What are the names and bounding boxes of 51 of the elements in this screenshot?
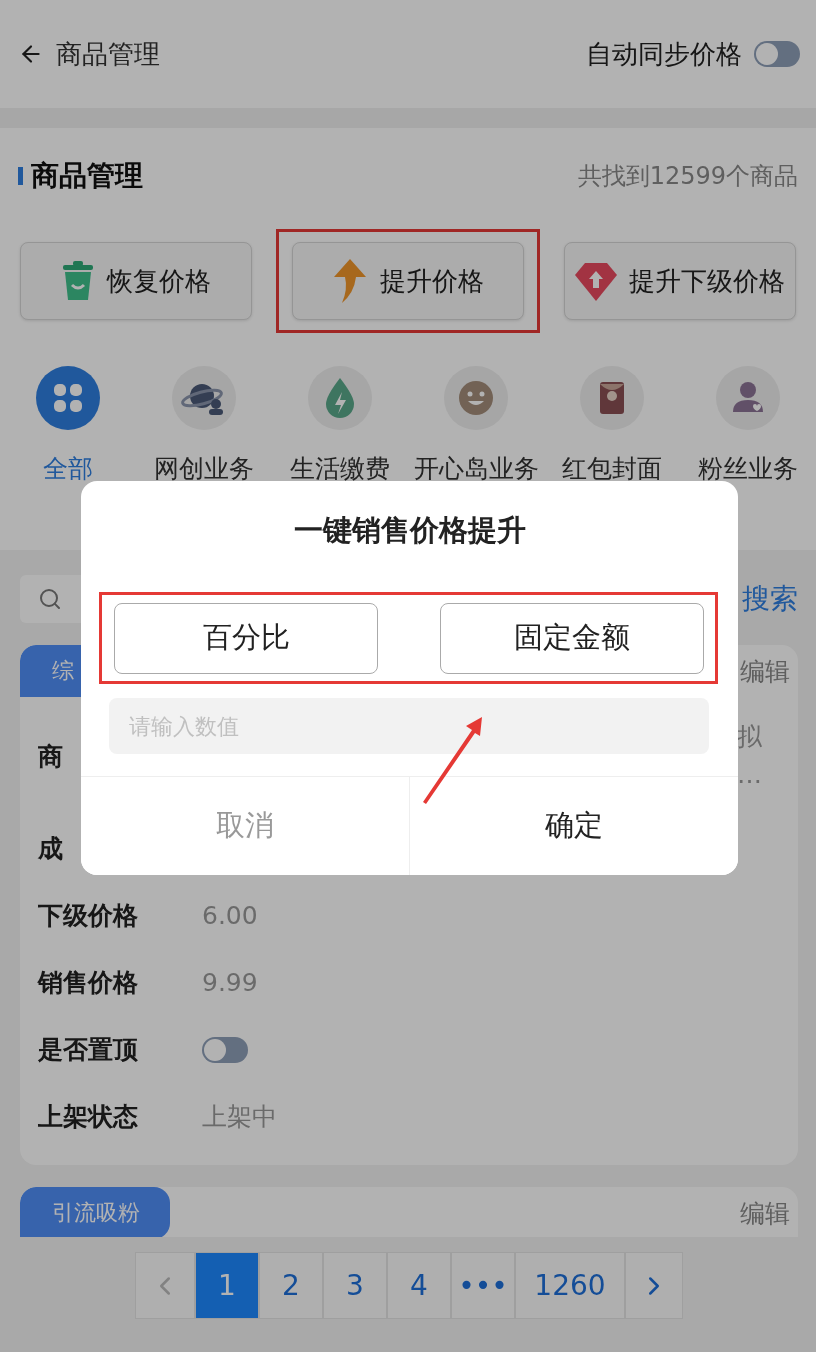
- field-value: …: [737, 759, 762, 791]
- page-title: 商品管理: [56, 37, 161, 71]
- title-marker: [18, 167, 23, 185]
- action-button[interactable]: 提升价格: [292, 242, 524, 320]
- category-tab[interactable]: 红包封面: [562, 452, 662, 485]
- field-label: 下级价格: [38, 900, 139, 932]
- category-tab[interactable]: 粉丝业务: [698, 452, 798, 485]
- page-button[interactable]: 3: [323, 1252, 387, 1319]
- page-button[interactable]: 4: [387, 1252, 451, 1319]
- page-button[interactable]: •••: [451, 1252, 515, 1319]
- grid-icon: [36, 366, 100, 430]
- option-button[interactable]: 百分比: [114, 602, 378, 674]
- field-label: 上架状态: [38, 1101, 139, 1133]
- category-tab[interactable]: 生活缴费: [290, 452, 390, 485]
- envelope-icon: [580, 366, 644, 430]
- field-label: 是否置顶: [38, 1034, 139, 1066]
- diamond-up-icon: [575, 261, 617, 301]
- next-page-button[interactable]: [625, 1252, 683, 1319]
- product-count: 共找到12599个商品: [577, 161, 798, 192]
- up-arrow-icon: [332, 259, 368, 303]
- confirm-button[interactable]: 确定: [409, 777, 738, 875]
- category-tab[interactable]: 开心岛业务: [413, 452, 539, 485]
- category-tab[interactable]: 全部: [43, 452, 93, 485]
- trash-icon: [61, 261, 95, 301]
- field-label: 商: [38, 740, 64, 773]
- smiley-icon: [444, 366, 508, 430]
- section-title: 商品管理: [31, 158, 144, 194]
- sync-label: 自动同步价格: [586, 37, 742, 71]
- field-value: 6.00: [202, 901, 258, 930]
- field-label: 销售价格: [38, 967, 139, 999]
- field-value: 拟: [737, 721, 762, 753]
- action-button[interactable]: 恢复价格: [20, 242, 252, 320]
- sync-toggle[interactable]: [754, 41, 800, 67]
- dialog-title: 一键销售价格提升: [292, 512, 527, 549]
- field-value: 上架中: [202, 1101, 277, 1133]
- page-button[interactable]: 1: [195, 1252, 259, 1319]
- edit-link[interactable]: 编辑: [740, 654, 790, 688]
- option-button[interactable]: 固定金额: [440, 602, 704, 674]
- field-label: 成: [38, 833, 64, 865]
- pin-toggle[interactable]: [202, 1036, 248, 1063]
- planet-icon: [172, 366, 236, 430]
- energy-drop-icon: [308, 366, 372, 430]
- search-link[interactable]: 搜索: [742, 580, 798, 618]
- page-button[interactable]: 1260: [515, 1252, 625, 1319]
- edit-link[interactable]: 编辑: [740, 1196, 790, 1230]
- field-value: 9.99: [202, 968, 258, 997]
- page-button[interactable]: 2: [259, 1252, 323, 1319]
- card-tab[interactable]: 引流吸粉: [20, 1187, 170, 1237]
- category-tab[interactable]: 网创业务: [154, 452, 254, 485]
- action-button[interactable]: 提升下级价格: [564, 242, 796, 320]
- search-icon: [38, 587, 62, 611]
